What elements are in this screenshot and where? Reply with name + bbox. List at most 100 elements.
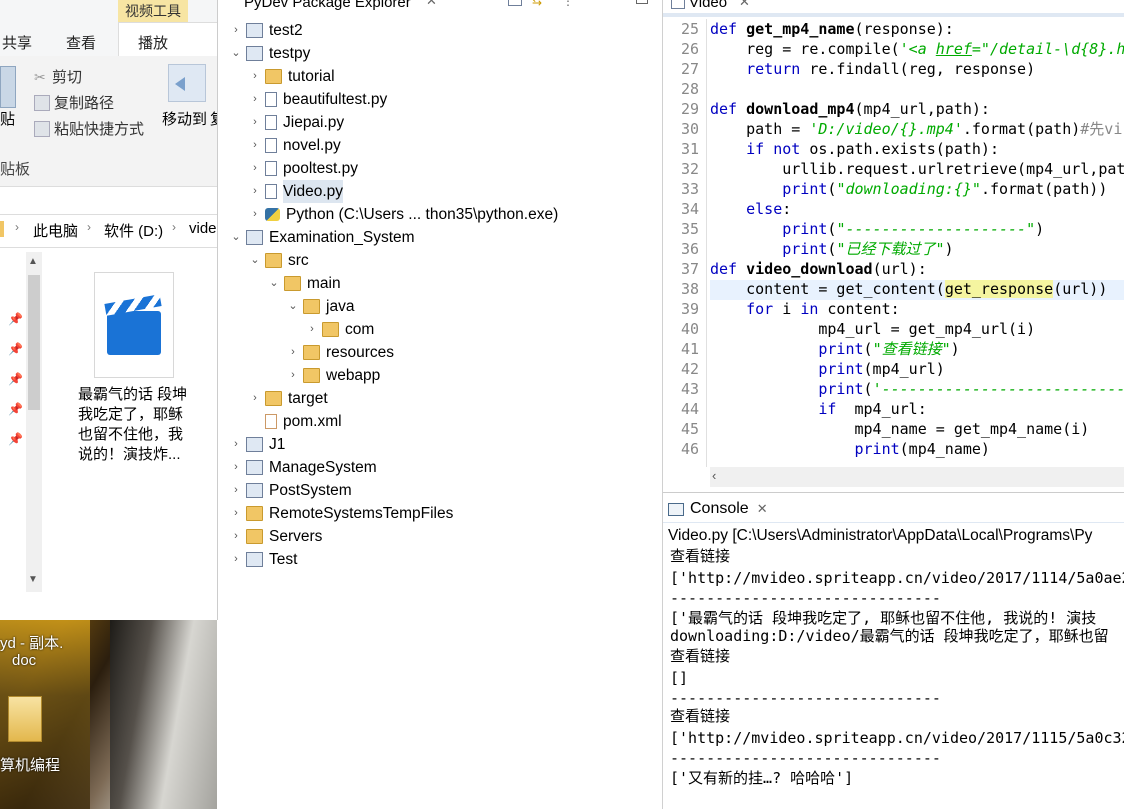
code-line[interactable]: else: bbox=[710, 199, 791, 219]
expand-icon[interactable]: › bbox=[249, 134, 261, 157]
collapse-all-icon[interactable] bbox=[508, 0, 522, 6]
collapse-icon[interactable]: ⌄ bbox=[249, 249, 261, 272]
collapse-icon[interactable]: ⌄ bbox=[230, 226, 242, 249]
code-line[interactable]: for i in content: bbox=[710, 299, 900, 319]
pin-icon[interactable]: 📌 bbox=[8, 312, 23, 326]
console-output[interactable]: 查看链接 ['http://mvideo.spriteapp.cn/video/… bbox=[663, 546, 1124, 809]
breadcrumb-drive-d[interactable]: 软件 (D:) bbox=[104, 220, 163, 241]
code-line[interactable]: mp4_url = get_mp4_url(i) bbox=[710, 319, 1035, 339]
expand-icon[interactable]: › bbox=[230, 456, 242, 479]
code-line[interactable]: urllib.request.urlretrieve(mp4_url,pat bbox=[710, 159, 1124, 179]
expand-icon[interactable]: › bbox=[230, 525, 242, 548]
code-line[interactable]: def download_mp4(mp4_url,path): bbox=[710, 99, 990, 119]
expand-icon[interactable]: › bbox=[249, 157, 261, 180]
expand-icon[interactable]: › bbox=[230, 548, 242, 571]
tree-item-novel[interactable]: › novel.py bbox=[249, 134, 341, 157]
tree-item-video-selected[interactable]: › Video.py bbox=[249, 180, 344, 203]
breadcrumb-video[interactable]: vide bbox=[189, 220, 217, 237]
code-line[interactable]: if mp4_url: bbox=[710, 399, 926, 419]
view-menu-icon[interactable]: ⋮ bbox=[562, 0, 574, 8]
tree-item-main[interactable]: ⌄ main bbox=[268, 272, 340, 295]
tree-item-j1[interactable]: › J1 bbox=[230, 433, 285, 456]
tab-share[interactable]: 共享 bbox=[2, 32, 32, 53]
collapse-icon[interactable]: ⌄ bbox=[268, 272, 280, 295]
collapse-icon[interactable]: ⌄ bbox=[230, 42, 242, 65]
console-tab[interactable]: Console ✕ bbox=[668, 500, 768, 518]
code-line[interactable]: print("--------------------") bbox=[710, 219, 1044, 239]
expand-icon[interactable]: › bbox=[249, 180, 261, 203]
code-line[interactable]: def video_download(url): bbox=[710, 259, 927, 279]
expand-icon[interactable]: › bbox=[230, 502, 242, 525]
tree-item-examination-system[interactable]: ⌄ Examination_System bbox=[230, 226, 414, 249]
code-editor[interactable]: 25 def get_mp4_name(response): 26 reg = r… bbox=[663, 19, 1124, 467]
tree-item-pom[interactable]: pom.xml bbox=[249, 410, 342, 433]
tree-item-test2[interactable]: › test2 bbox=[230, 19, 302, 42]
code-line[interactable]: print(mp4_url) bbox=[710, 359, 944, 379]
expand-icon[interactable]: › bbox=[230, 433, 242, 456]
scroll-down-icon[interactable]: ▼ bbox=[28, 574, 38, 585]
tree-item-python-interpreter[interactable]: › Python (C:\Users ... thon35\python.exe) bbox=[249, 203, 558, 226]
link-editor-icon[interactable]: ⇆ bbox=[532, 0, 542, 8]
collapse-icon[interactable]: ⌄ bbox=[287, 295, 299, 318]
breadcrumb-this-pc[interactable]: 此电脑 bbox=[33, 220, 78, 241]
expand-icon[interactable]: › bbox=[306, 318, 318, 341]
expand-icon[interactable]: › bbox=[249, 111, 261, 134]
video-tools-context-tab[interactable]: 视频工具 bbox=[118, 0, 188, 22]
copy-path-button[interactable]: 复制路径 bbox=[34, 92, 114, 113]
folder-icon[interactable] bbox=[8, 696, 42, 742]
tree-item-webapp[interactable]: › webapp bbox=[287, 364, 380, 387]
paste-shortcut-button[interactable]: 粘贴快捷方式 bbox=[34, 118, 144, 139]
minimize-icon[interactable] bbox=[636, 0, 648, 4]
expand-icon[interactable]: › bbox=[287, 341, 299, 364]
code-line[interactable]: print("查看链接") bbox=[710, 339, 959, 359]
desktop-item-doc-ext[interactable]: doc bbox=[12, 652, 36, 669]
scroll-up-icon[interactable]: ▲ bbox=[28, 256, 38, 267]
code-line[interactable]: if not os.path.exists(path): bbox=[710, 139, 999, 159]
scroll-left-icon[interactable]: ‹ bbox=[712, 468, 716, 483]
tree-item-tutorial[interactable]: › tutorial bbox=[249, 65, 334, 88]
tree-item-java[interactable]: ⌄ java bbox=[287, 295, 354, 318]
code-line[interactable]: content = get_content(get_response(url)) bbox=[710, 279, 1107, 299]
pin-icon[interactable]: 📌 bbox=[8, 372, 23, 386]
expand-icon[interactable]: › bbox=[249, 88, 261, 111]
pin-icon[interactable]: 📌 bbox=[8, 402, 23, 416]
code-line[interactable]: mp4_name = get_mp4_name(i) bbox=[710, 419, 1089, 439]
tree-item-resources[interactable]: › resources bbox=[287, 341, 394, 364]
pin-icon[interactable]: 📌 bbox=[8, 342, 23, 356]
tree-item-postsystem[interactable]: › PostSystem bbox=[230, 479, 352, 502]
code-line[interactable]: print(mp4_name) bbox=[710, 439, 990, 459]
scrollbar-thumb[interactable] bbox=[28, 275, 40, 410]
expand-icon[interactable]: › bbox=[230, 479, 242, 502]
tree-item-testpy[interactable]: ⌄ testpy bbox=[230, 42, 310, 65]
tree-item-managesystem[interactable]: › ManageSystem bbox=[230, 456, 377, 479]
close-icon[interactable]: ✕ bbox=[757, 501, 768, 517]
package-explorer-title[interactable]: PyDev Package Explorer bbox=[244, 0, 411, 11]
video-file-icon[interactable] bbox=[94, 272, 174, 378]
copy-to-button-partial[interactable]: 复 bbox=[210, 108, 217, 129]
tree-item-src[interactable]: ⌄ src bbox=[249, 249, 308, 272]
tree-item-test[interactable]: › Test bbox=[230, 548, 297, 571]
move-to-button[interactable]: 移动到 bbox=[162, 108, 207, 129]
tree-item-beautifultest[interactable]: › beautifultest.py bbox=[249, 88, 387, 111]
code-line[interactable]: path = 'D:/video/{}.mp4'.format(path)#先v… bbox=[710, 119, 1122, 139]
tab-view[interactable]: 查看 bbox=[66, 32, 96, 53]
close-icon[interactable]: ✕ bbox=[739, 0, 750, 10]
video-file-name[interactable]: 最霸气的话 段坤我吃定了，耶稣也留不住他，我说的！演技炸... bbox=[78, 385, 190, 465]
desktop-item-folder[interactable]: 算机编程 bbox=[0, 754, 60, 775]
address-bar[interactable]: › 此电脑 › 软件 (D:) › vide bbox=[0, 214, 217, 248]
tree-item-jiepai[interactable]: › Jiepai.py bbox=[249, 111, 344, 134]
expand-icon[interactable]: › bbox=[249, 387, 261, 410]
code-line[interactable]: print("downloading:{}".format(path)) bbox=[710, 179, 1107, 199]
code-line[interactable]: print('------------------------------ bbox=[710, 379, 1124, 399]
tree-item-target[interactable]: › target bbox=[249, 387, 327, 410]
tree-item-pooltest[interactable]: › pooltest.py bbox=[249, 157, 358, 180]
desktop-item-doc-name[interactable]: yd - 副本. bbox=[0, 632, 63, 653]
code-line[interactable]: print("已经下载过了") bbox=[710, 239, 953, 259]
tree-item-servers[interactable]: › Servers bbox=[230, 525, 322, 548]
pin-icon[interactable]: 📌 bbox=[8, 432, 23, 446]
tab-play-label[interactable]: 播放 bbox=[138, 32, 168, 53]
tree-item-com[interactable]: › com bbox=[306, 318, 374, 341]
expand-icon[interactable]: › bbox=[249, 65, 261, 88]
code-line[interactable]: return re.findall(reg, response) bbox=[710, 59, 1035, 79]
expand-icon[interactable]: › bbox=[287, 364, 299, 387]
